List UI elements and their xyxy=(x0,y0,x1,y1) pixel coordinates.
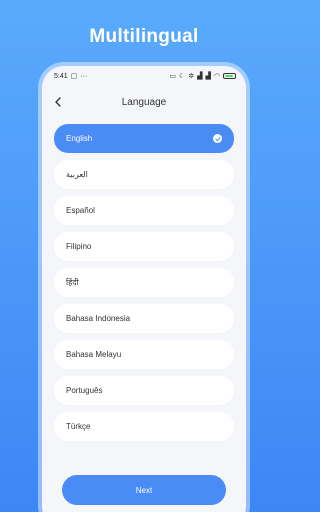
signal-icon: ▟ xyxy=(205,72,211,80)
language-label: العربية xyxy=(66,170,88,179)
check-icon xyxy=(213,134,222,143)
chevron-left-icon xyxy=(55,97,61,107)
more-dots-icon: ··· xyxy=(80,72,88,80)
signal-icon: ▟ xyxy=(197,72,203,80)
language-label: Türkçe xyxy=(66,422,91,431)
hd-icon: ▭ xyxy=(169,72,176,80)
headline: Multilingual xyxy=(89,26,199,47)
language-label: Bahasa Indonesia xyxy=(66,314,131,323)
phone-frame: 5:41 ▢ ··· ▭ ☾ ✲ ▟ ▟ ◠ Language English … xyxy=(38,62,250,512)
status-right: ▭ ☾ ✲ ▟ ▟ ◠ xyxy=(169,73,236,80)
nav-bar: Language xyxy=(42,92,246,112)
next-button[interactable]: Next xyxy=(62,475,226,505)
status-bar: 5:41 ▢ ··· ▭ ☾ ✲ ▟ ▟ ◠ xyxy=(54,70,236,82)
language-option[interactable]: Filipino xyxy=(54,232,234,261)
language-option[interactable]: Bahasa Indonesia xyxy=(54,304,234,333)
phone-screen: 5:41 ▢ ··· ▭ ☾ ✲ ▟ ▟ ◠ Language English … xyxy=(42,66,246,512)
settings-icon: ✲ xyxy=(188,72,195,80)
language-label: Filipino xyxy=(66,242,92,251)
page-title: Language xyxy=(121,96,167,108)
sim-icon: ▢ xyxy=(70,72,78,80)
language-label: English xyxy=(66,134,93,143)
language-option[interactable]: Português xyxy=(54,376,234,405)
status-time: 5:41 xyxy=(54,72,68,80)
language-label: Bahasa Melayu xyxy=(66,350,122,359)
language-option[interactable]: Türkçe xyxy=(54,412,234,441)
language-option[interactable]: English xyxy=(54,124,234,153)
moon-icon: ☾ xyxy=(178,72,186,80)
language-option[interactable]: Bahasa Melayu xyxy=(54,340,234,369)
language-option[interactable]: العربية xyxy=(54,160,234,189)
battery-fill xyxy=(225,75,233,77)
language-option[interactable]: Español xyxy=(54,196,234,225)
back-button[interactable] xyxy=(50,94,66,110)
language-list: English العربية Español Filipino हिंदी Bahasa… xyxy=(54,124,234,448)
language-option[interactable]: हिंदी xyxy=(54,268,234,297)
language-label: Español xyxy=(66,206,95,215)
wifi-icon: ◠ xyxy=(213,72,220,80)
language-label: हिंदी xyxy=(66,278,79,287)
language-label: Português xyxy=(66,386,103,395)
status-left: 5:41 ▢ ··· xyxy=(54,73,87,80)
battery-icon xyxy=(223,73,236,79)
